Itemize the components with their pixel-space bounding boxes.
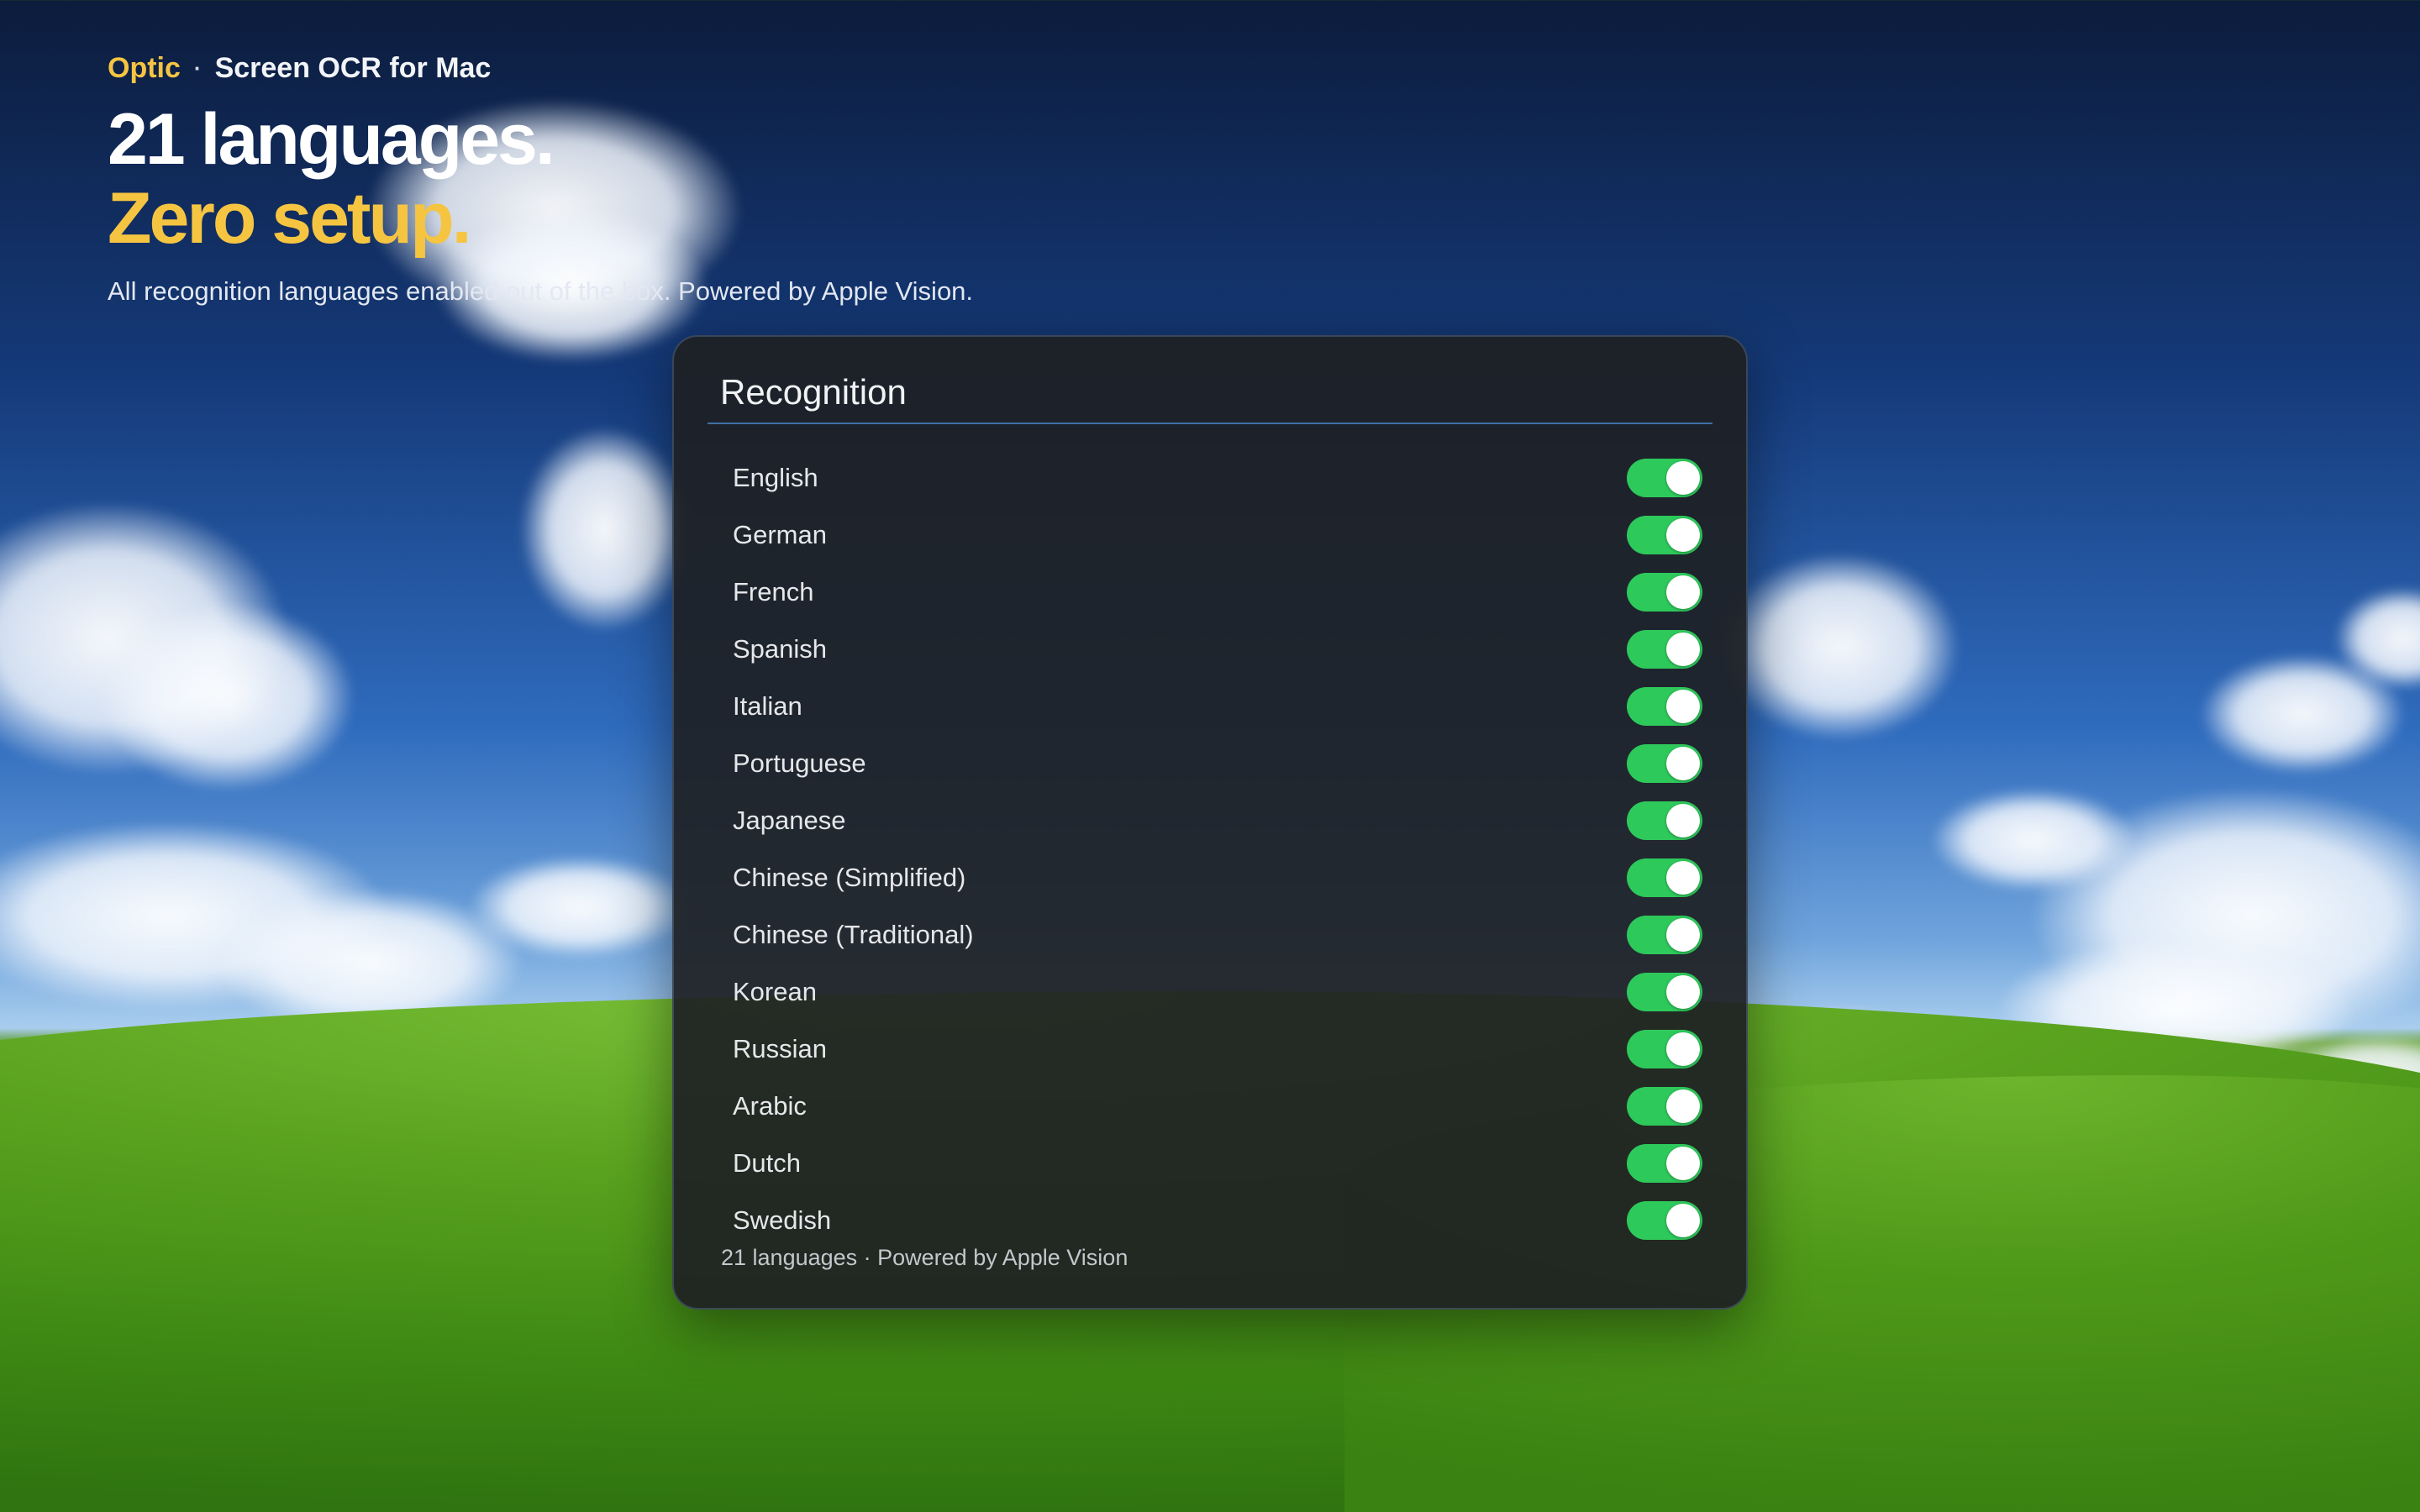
panel-title: Recognition: [720, 372, 907, 412]
language-toggle[interactable]: [1627, 973, 1702, 1011]
brand-line: Optic · Screen OCR for Mac: [108, 52, 973, 85]
toggle-knob: [1666, 633, 1700, 666]
language-row: Chinese (Traditional): [674, 906, 1746, 963]
language-label: Dutch: [733, 1148, 801, 1178]
language-row: French: [674, 564, 1746, 621]
language-label: Japanese: [733, 806, 846, 835]
language-toggle[interactable]: [1627, 630, 1702, 669]
language-toggle[interactable]: [1627, 858, 1702, 897]
language-row: Arabic: [674, 1078, 1746, 1135]
headline-line-2: Zero setup.: [108, 178, 472, 259]
product-tagline: Screen OCR for Mac: [214, 52, 492, 84]
language-row: Japanese: [674, 792, 1746, 849]
language-toggle[interactable]: [1627, 1144, 1702, 1183]
language-list: English German French Spanish Italian Portugu…: [674, 449, 1746, 1249]
toggle-knob: [1666, 1147, 1700, 1180]
toggle-knob: [1666, 1204, 1700, 1237]
panel-footer: 21 languages · Powered by Apple Vision: [721, 1245, 1128, 1270]
toggle-knob: [1666, 575, 1700, 609]
headline-line-1: 21 languages.: [108, 99, 555, 180]
language-row: Spanish: [674, 621, 1746, 678]
language-row: Swedish: [674, 1192, 1746, 1249]
toggle-knob: [1666, 861, 1700, 895]
language-toggle[interactable]: [1627, 801, 1702, 840]
language-label: French: [733, 577, 814, 606]
toggle-knob: [1666, 690, 1700, 723]
language-toggle[interactable]: [1627, 573, 1702, 612]
hero-header: Optic · Screen OCR for Mac 21 languages.…: [108, 52, 973, 307]
toggle-knob: [1666, 747, 1700, 780]
toggle-knob: [1666, 1089, 1700, 1123]
toggle-knob: [1666, 918, 1700, 952]
language-toggle[interactable]: [1627, 1030, 1702, 1068]
language-toggle[interactable]: [1627, 516, 1702, 554]
separator-dot: ·: [193, 55, 202, 81]
toggle-knob: [1666, 975, 1700, 1009]
language-label: German: [733, 520, 827, 549]
language-label: Swedish: [733, 1205, 832, 1235]
language-toggle[interactable]: [1627, 459, 1702, 497]
language-label: Portuguese: [733, 748, 866, 778]
language-label: Italian: [733, 691, 802, 721]
language-toggle[interactable]: [1627, 1087, 1702, 1126]
toggle-knob: [1666, 1032, 1700, 1066]
headline: 21 languages. Zero setup.: [108, 100, 973, 258]
language-row: Korean: [674, 963, 1746, 1021]
language-label: English: [733, 463, 818, 492]
language-row: Italian: [674, 678, 1746, 735]
language-toggle[interactable]: [1627, 1201, 1702, 1240]
language-row: Dutch: [674, 1135, 1746, 1192]
language-label: Russian: [733, 1034, 827, 1063]
brand-name: Optic: [108, 52, 181, 84]
language-row: Russian: [674, 1021, 1746, 1078]
subtitle: All recognition languages enabled out of…: [108, 276, 974, 306]
recognition-panel: Recognition English German French Spanish It…: [672, 335, 1748, 1310]
language-label: Arabic: [733, 1091, 807, 1121]
language-label: Chinese (Traditional): [733, 920, 974, 949]
language-label: Korean: [733, 977, 817, 1006]
toggle-knob: [1666, 804, 1700, 837]
language-label: Chinese (Simplified): [733, 863, 966, 892]
language-toggle[interactable]: [1627, 687, 1702, 726]
language-row: Portuguese: [674, 735, 1746, 792]
language-row: English: [674, 449, 1746, 507]
language-label: Spanish: [733, 634, 828, 664]
toggle-knob: [1666, 518, 1700, 552]
toggle-knob: [1666, 461, 1700, 495]
language-row: Chinese (Simplified): [674, 849, 1746, 906]
title-divider: [708, 423, 1712, 424]
language-toggle[interactable]: [1627, 744, 1702, 783]
language-toggle[interactable]: [1627, 916, 1702, 954]
language-row: German: [674, 507, 1746, 564]
